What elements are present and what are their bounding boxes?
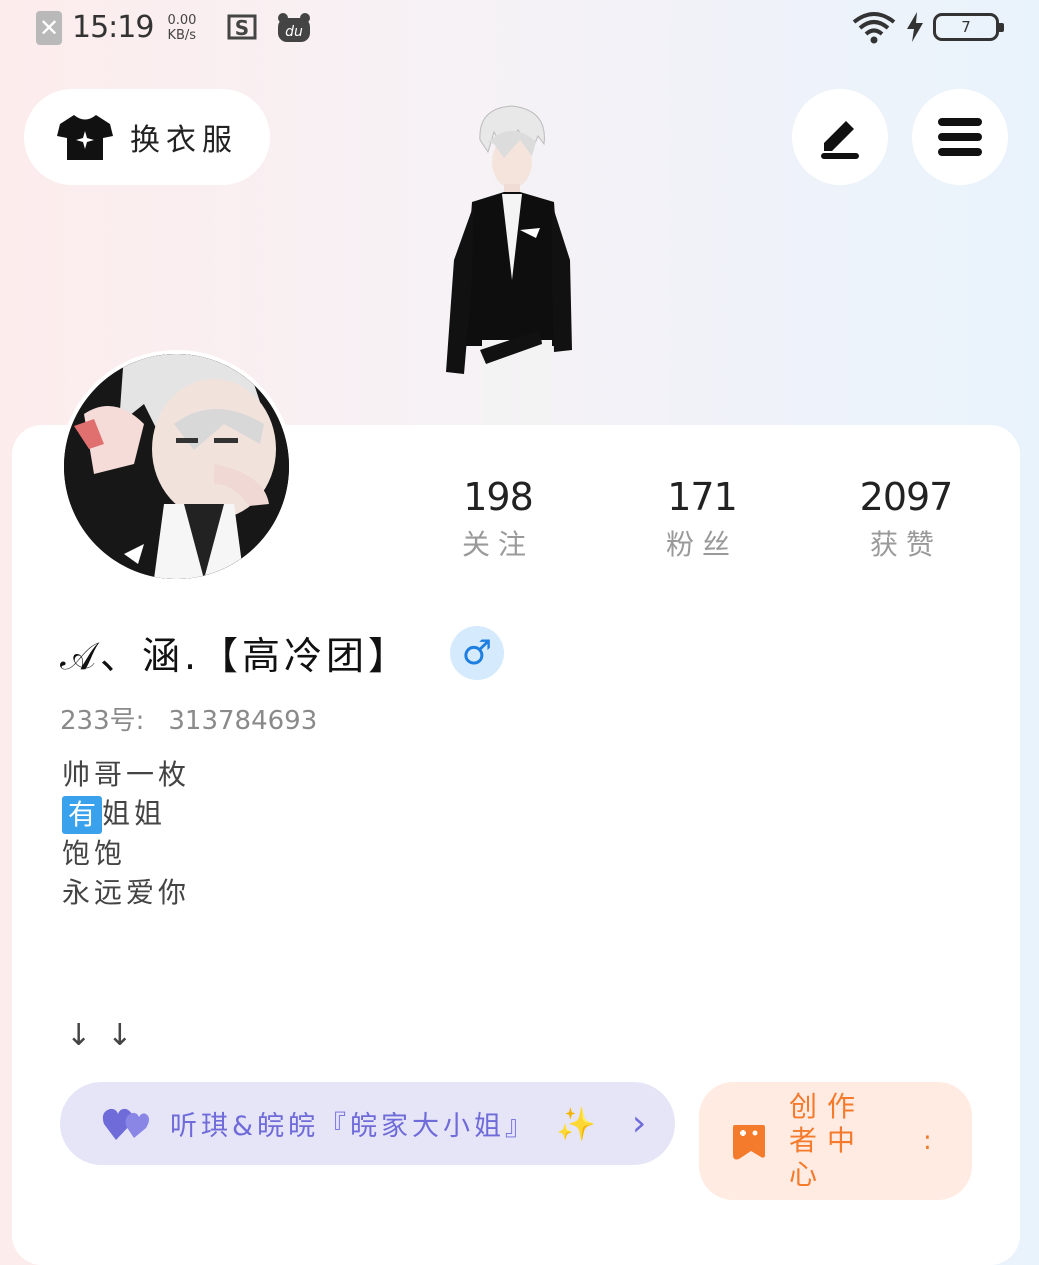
name-row: 𝒜、涵.【高冷团】 ♂ bbox=[60, 625, 505, 680]
bio-badge: 有 bbox=[62, 796, 102, 834]
fan-group-label: 听琪&皖皖『皖家大小姐』 bbox=[170, 1111, 537, 1142]
screenshot-s-icon: S bbox=[227, 14, 257, 40]
net-speed-value: 0.00 bbox=[167, 12, 197, 28]
male-gender-icon: ♂ bbox=[450, 625, 505, 680]
net-speed: 0.00 KB/s bbox=[167, 13, 196, 43]
double-heart-icon bbox=[102, 1108, 149, 1140]
bio-line: 永远爱你 bbox=[62, 876, 191, 909]
svg-text:S: S bbox=[235, 16, 249, 40]
likes-label: 获赞 bbox=[869, 528, 942, 561]
menu-button[interactable] bbox=[912, 89, 1008, 185]
change-outfit-button[interactable]: 换衣服 bbox=[24, 89, 270, 185]
battery-indicator: 7 bbox=[933, 13, 1004, 41]
stat-following[interactable]: 198 关注 bbox=[428, 475, 568, 563]
creator-gamepad-icon bbox=[733, 1125, 765, 1160]
username: 𝒜、涵.【高冷团】 bbox=[60, 634, 411, 678]
wifi-icon bbox=[852, 12, 896, 44]
followers-count: 171 bbox=[667, 475, 738, 519]
pen-icon bbox=[821, 121, 859, 159]
likes-count: 2097 bbox=[859, 475, 954, 519]
bio-arrows: ↓↓ bbox=[66, 1018, 149, 1053]
profile-avatar[interactable] bbox=[60, 350, 293, 583]
creator-dots: : bbox=[923, 1126, 932, 1156]
bio-line: 帅哥一枚 bbox=[62, 758, 191, 791]
creator-center-label: 创作者中心 bbox=[789, 1090, 866, 1191]
creator-center-button[interactable]: 创作者中心 : bbox=[699, 1082, 972, 1200]
charging-bolt-icon bbox=[907, 12, 923, 42]
stat-likes[interactable]: 2097 获赞 bbox=[836, 475, 976, 563]
user-id-label: 233号: bbox=[60, 706, 145, 736]
following-count: 198 bbox=[463, 475, 534, 519]
hamburger-menu-icon bbox=[938, 118, 982, 156]
status-time: 15:19 bbox=[72, 10, 154, 45]
chevron-right-icon: › bbox=[631, 1103, 647, 1144]
bio-line-rest: 姐姐 bbox=[102, 797, 167, 830]
change-outfit-label: 换衣服 bbox=[130, 123, 238, 158]
battery-level: 7 bbox=[961, 18, 971, 36]
avatar-3d-figure[interactable] bbox=[420, 100, 600, 425]
following-label: 关注 bbox=[461, 528, 534, 561]
edit-profile-button[interactable] bbox=[792, 89, 888, 185]
net-speed-unit: KB/s bbox=[167, 27, 197, 43]
fan-group-badge[interactable]: 听琪&皖皖『皖家大小姐』 ✨ › bbox=[60, 1082, 675, 1165]
bio: 帅哥一枚 有姐姐 饱饱 永远爱你 bbox=[62, 755, 190, 912]
baidu-du-icon: du bbox=[278, 12, 311, 42]
svg-text:du: du bbox=[286, 24, 304, 40]
user-id[interactable]: 233号: 313784693 bbox=[60, 700, 317, 737]
status-bar: ✕ 15:19 0.00 KB/s S du 7 bbox=[0, 0, 1039, 60]
bio-line: 有姐姐 bbox=[62, 794, 190, 834]
stat-followers[interactable]: 171 粉丝 bbox=[632, 475, 772, 563]
user-id-value: 313784693 bbox=[168, 706, 318, 736]
sparkle-icon: ✨ bbox=[556, 1104, 596, 1143]
notification-close-icon: ✕ bbox=[36, 10, 62, 45]
avatar-image bbox=[64, 354, 289, 579]
bio-line: 饱饱 bbox=[62, 837, 127, 870]
tshirt-icon bbox=[57, 115, 113, 160]
followers-label: 粉丝 bbox=[665, 528, 738, 561]
